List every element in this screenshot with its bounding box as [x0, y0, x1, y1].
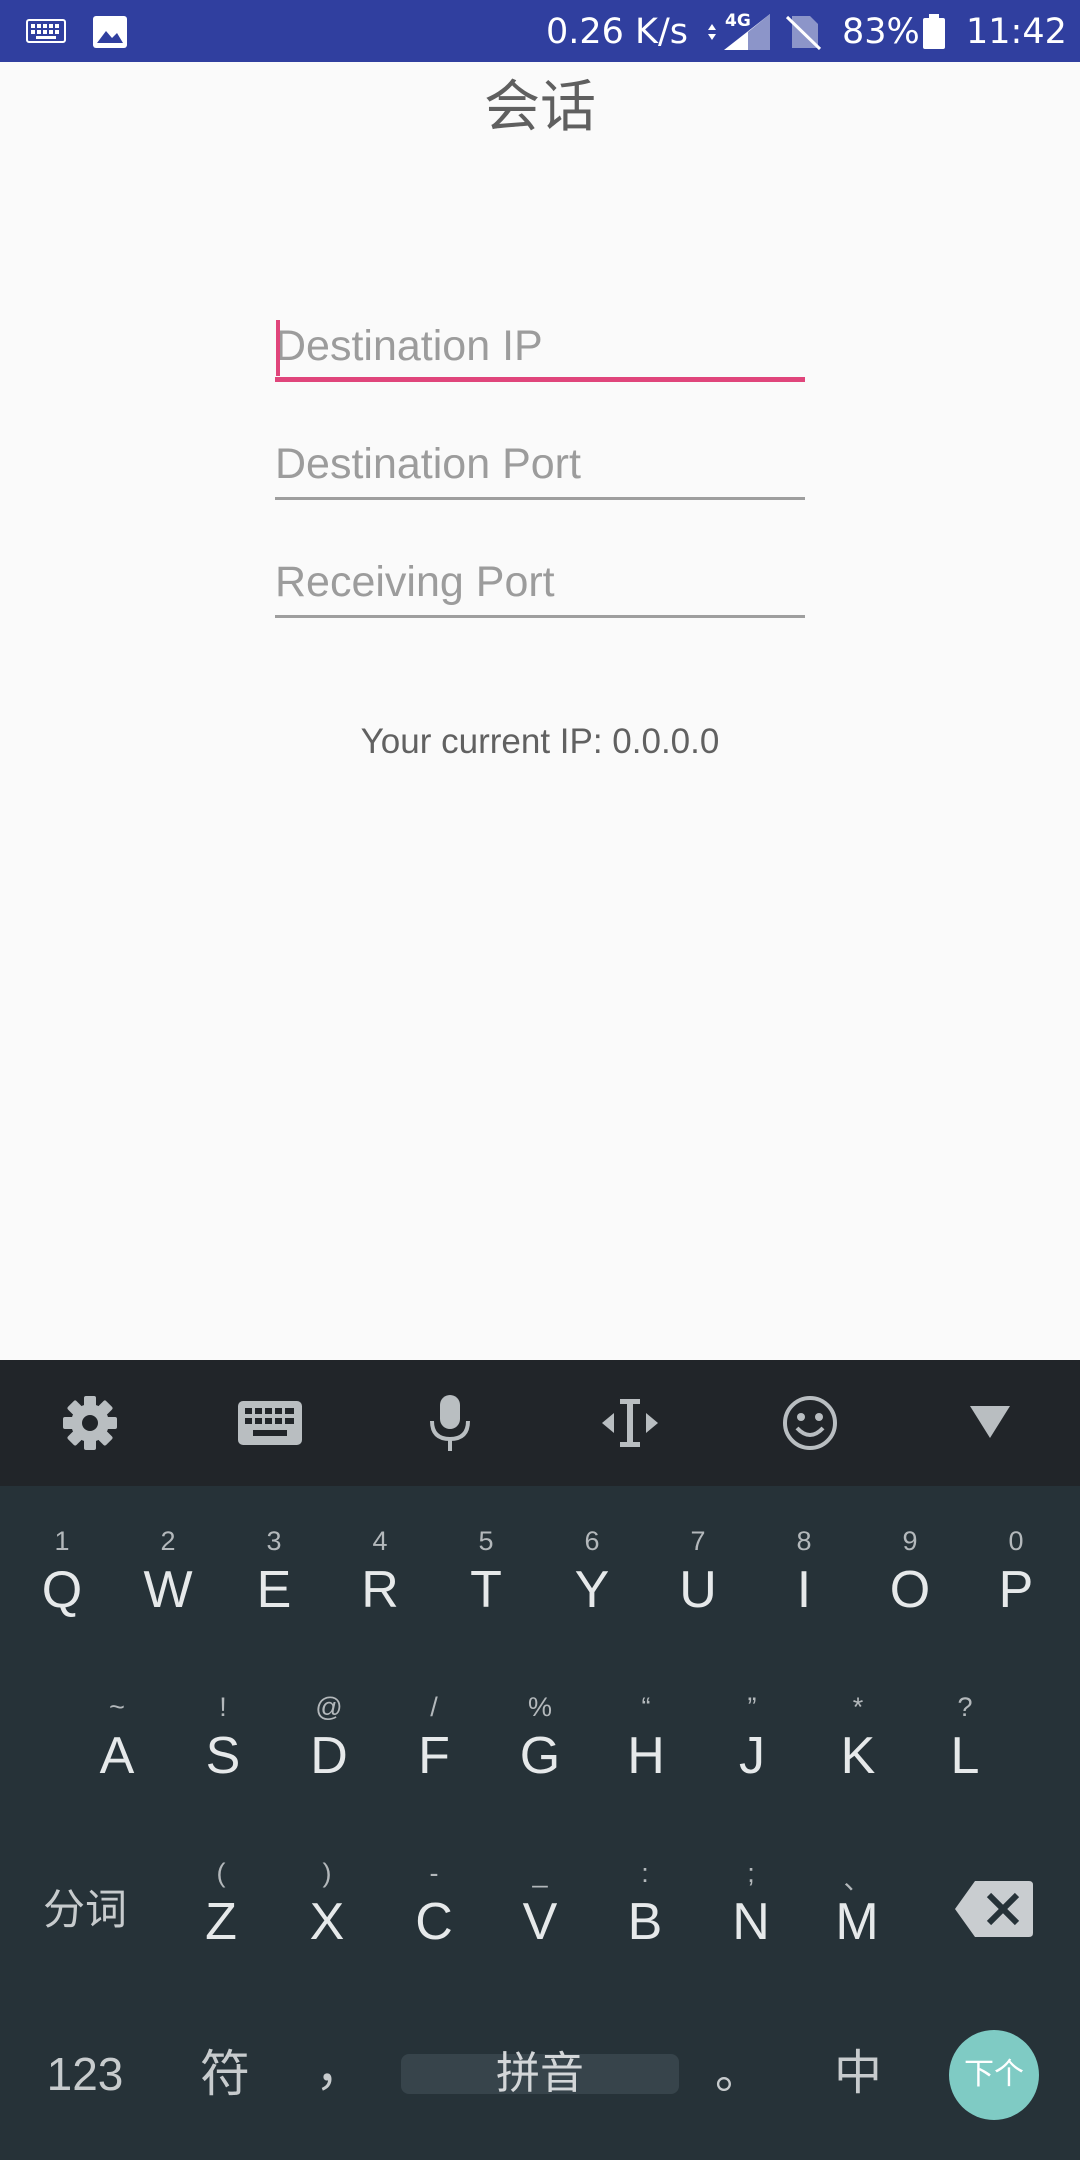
- key-r[interactable]: 4R: [327, 1502, 433, 1652]
- comma-key[interactable]: ，: [300, 2036, 380, 2100]
- text-cursor: [276, 320, 280, 376]
- battery-icon: [923, 14, 945, 49]
- key-o[interactable]: 9O: [857, 1502, 963, 1652]
- hide-keyboard-icon[interactable]: [900, 1360, 1080, 1486]
- key-b[interactable]: :B: [592, 1834, 698, 1984]
- battery-percentage: 83%: [842, 12, 920, 52]
- word-segment-key[interactable]: 分词: [20, 1880, 150, 1940]
- key-i[interactable]: 8I: [751, 1502, 857, 1652]
- language-switch-key[interactable]: 中: [816, 2042, 900, 2106]
- status-bar: 0.26 K/s 4G 83% 11:42: [0, 0, 1080, 62]
- space-bar[interactable]: 拼音: [401, 2052, 679, 2096]
- field-underline: [275, 497, 805, 500]
- key-u[interactable]: 7U: [645, 1502, 751, 1652]
- network-speed: 0.26 K/s: [546, 12, 689, 52]
- key-z[interactable]: (Z: [168, 1834, 274, 1984]
- period-key[interactable]: 。: [698, 2040, 778, 2104]
- key-s[interactable]: ! S: [170, 1668, 276, 1818]
- key-g[interactable]: % G: [487, 1668, 593, 1818]
- key-v[interactable]: _ V: [487, 1834, 593, 1984]
- destination-ip-field[interactable]: [275, 316, 805, 382]
- page-title: 会话: [484, 75, 596, 140]
- key-m[interactable]: 、 M: [804, 1834, 910, 1984]
- destination-port-input[interactable]: [275, 434, 805, 494]
- receiving-port-input[interactable]: [275, 552, 805, 612]
- symbols-key[interactable]: 符: [180, 2042, 270, 2106]
- numbers-key[interactable]: 123: [30, 2044, 140, 2104]
- key-w[interactable]: 2W: [115, 1502, 221, 1652]
- key-x[interactable]: ) X: [274, 1834, 380, 1984]
- receiving-port-field[interactable]: [275, 552, 805, 618]
- no-sim-icon: [785, 15, 822, 50]
- key-h[interactable]: “H: [593, 1668, 699, 1818]
- cursor-move-icon[interactable]: [540, 1360, 720, 1486]
- key-d[interactable]: @ D: [276, 1668, 382, 1818]
- key-y[interactable]: 6Y: [539, 1502, 645, 1652]
- keyboard-switch-icon[interactable]: [180, 1360, 360, 1486]
- destination-ip-input[interactable]: [275, 316, 805, 376]
- key-p[interactable]: 0P: [963, 1502, 1069, 1652]
- key-f[interactable]: / F: [381, 1668, 487, 1818]
- keyboard-icon: [26, 19, 66, 43]
- key-e[interactable]: 3E: [221, 1502, 327, 1652]
- key-l[interactable]: ? L: [912, 1668, 1018, 1818]
- keyboard-toolbar: [0, 1360, 1080, 1486]
- next-button[interactable]: 下个: [949, 2030, 1039, 2120]
- field-underline: [275, 615, 805, 618]
- microphone-icon[interactable]: [360, 1360, 540, 1486]
- image-icon: [93, 16, 127, 48]
- current-ip-label: Your current IP: 0.0.0.0: [360, 722, 720, 761]
- key-t[interactable]: 5T: [433, 1502, 539, 1652]
- clock: 11:42: [966, 12, 1067, 52]
- key-n[interactable]: ; N: [698, 1834, 804, 1984]
- destination-port-field[interactable]: [275, 434, 805, 500]
- signal-icon: 4G: [700, 11, 774, 52]
- key-c[interactable]: -C: [381, 1834, 487, 1984]
- key-a[interactable]: ~ A: [64, 1668, 170, 1818]
- key-q[interactable]: 1Q: [9, 1502, 115, 1652]
- field-underline: [275, 377, 805, 382]
- settings-icon[interactable]: [0, 1360, 180, 1486]
- key-j[interactable]: ” J: [699, 1668, 805, 1818]
- key-k[interactable]: * K: [805, 1668, 911, 1818]
- backspace-icon[interactable]: [955, 1881, 1033, 1937]
- network-type: 4G: [725, 11, 751, 31]
- emoji-icon[interactable]: [720, 1360, 900, 1486]
